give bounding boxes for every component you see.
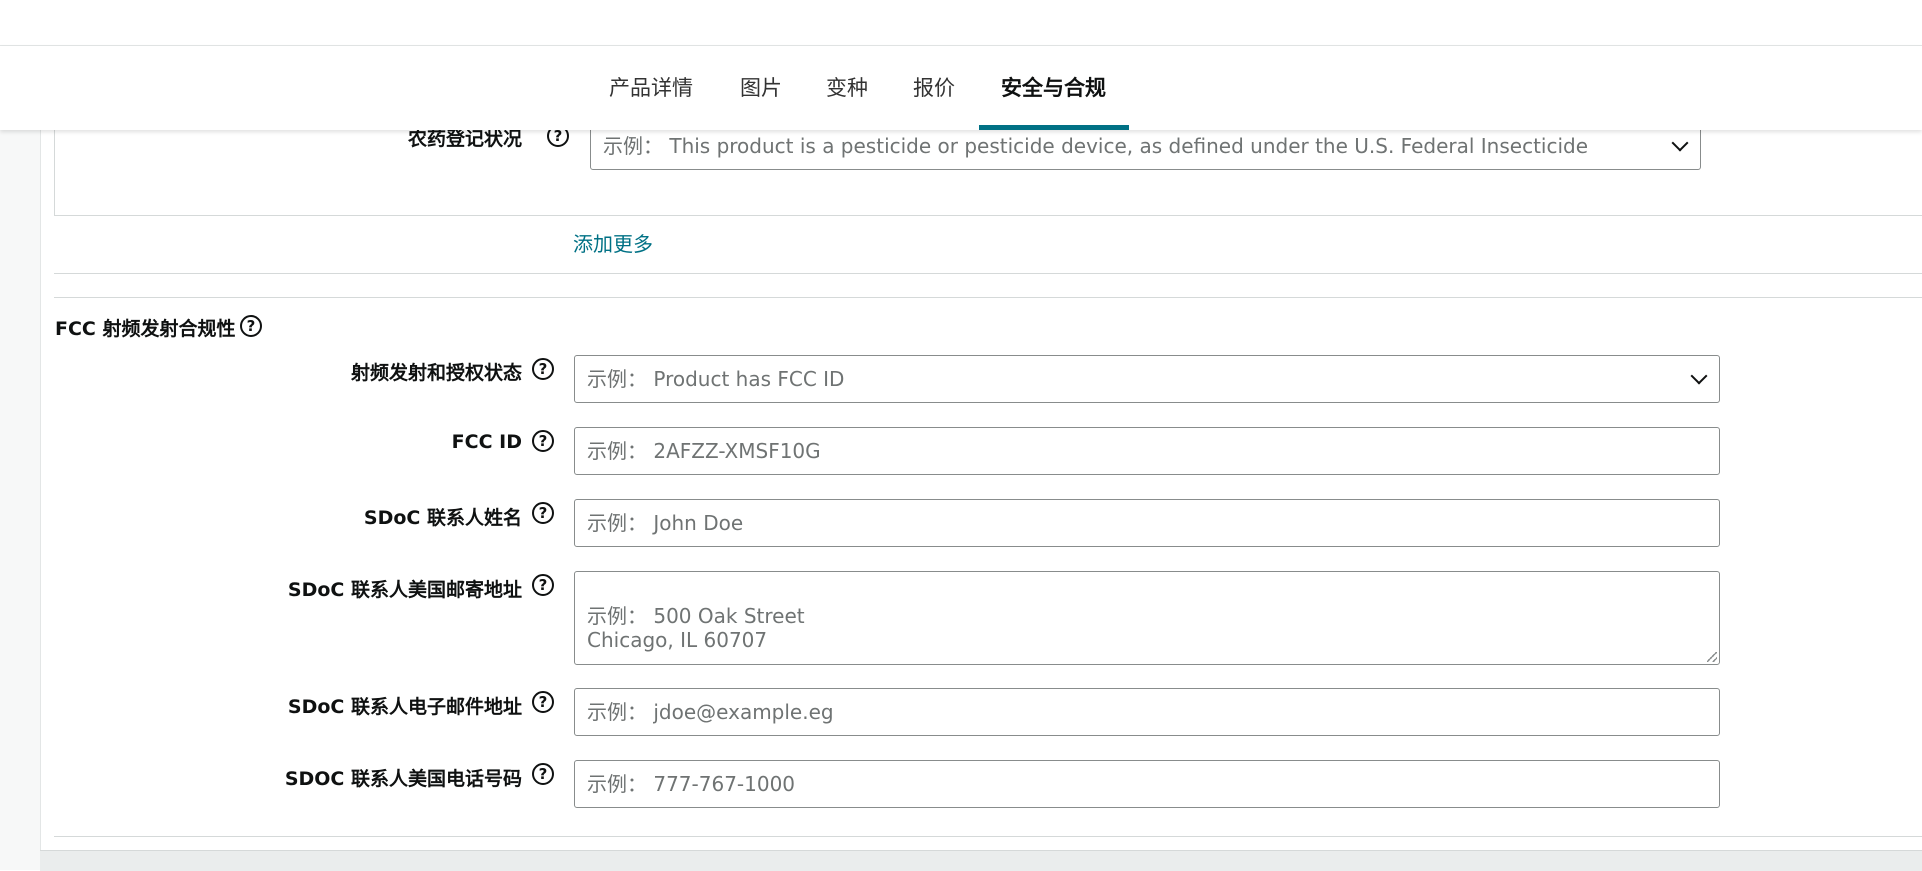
bottom-bar xyxy=(40,850,1922,871)
fcc-id-help-icon[interactable]: ? xyxy=(532,430,554,452)
fcc-id-label: FCC ID xyxy=(451,431,522,453)
sdoc-address-help-icon[interactable]: ? xyxy=(532,574,554,596)
sdoc-phone-label: SDOC 联系人美国电话号码 xyxy=(284,768,522,790)
sdoc-address-textarea[interactable]: 示例： 500 Oak Street Chicago, IL 60707 xyxy=(574,571,1720,665)
sdoc-address-label: SDoC 联系人美国邮寄地址 xyxy=(287,579,522,601)
tab-offer[interactable]: 报价 xyxy=(913,46,955,130)
tab-bar: 产品详情 图片 变种 报价 安全与合规 xyxy=(0,46,1922,130)
sdoc-phone-placeholder: 示例： 777-767-1000 xyxy=(587,772,796,796)
sdoc-name-placeholder: 示例： John Doe xyxy=(587,511,744,535)
top-header-strip xyxy=(0,0,1922,46)
fcc-section-title: FCC 射频发射合规性 xyxy=(55,318,236,340)
resize-handle-icon[interactable] xyxy=(1707,652,1717,662)
chevron-down-icon xyxy=(1671,134,1689,152)
sdoc-email-input[interactable]: 示例： jdoe@example.eg xyxy=(574,688,1720,736)
pesticide-status-placeholder: 示例： This product is a pesticide or pesti… xyxy=(603,134,1589,158)
fcc-section-help-icon[interactable]: ? xyxy=(240,315,262,337)
sdoc-name-help-icon[interactable]: ? xyxy=(532,502,554,524)
sdoc-address-placeholder: 示例： 500 Oak Street Chicago, IL 60707 xyxy=(587,604,805,652)
fcc-id-placeholder: 示例： 2AFZZ-XMSF10G xyxy=(587,439,821,463)
tab-product-details[interactable]: 产品详情 xyxy=(609,46,693,130)
sdoc-name-label: SDoC 联系人姓名 xyxy=(363,507,522,529)
sdoc-phone-input[interactable]: 示例： 777-767-1000 xyxy=(574,760,1720,808)
tab-images[interactable]: 图片 xyxy=(740,46,782,130)
emission-status-placeholder: 示例： Product has FCC ID xyxy=(587,367,845,391)
fcc-id-input[interactable]: 示例： 2AFZZ-XMSF10G xyxy=(574,427,1720,475)
divider xyxy=(54,836,1922,837)
chevron-down-icon xyxy=(1690,367,1708,385)
divider xyxy=(54,297,1922,298)
sdoc-email-help-icon[interactable]: ? xyxy=(532,691,554,713)
sdoc-phone-help-icon[interactable]: ? xyxy=(532,763,554,785)
divider xyxy=(54,273,1922,274)
emission-status-select[interactable]: 示例： Product has FCC ID xyxy=(574,355,1720,403)
tab-variations[interactable]: 变种 xyxy=(826,46,868,130)
tab-safety-compliance[interactable]: 安全与合规 xyxy=(1001,46,1106,130)
left-rail xyxy=(0,130,41,870)
sdoc-email-label: SDoC 联系人电子邮件地址 xyxy=(287,696,522,718)
sdoc-email-placeholder: 示例： jdoe@example.eg xyxy=(587,700,834,724)
add-more-link[interactable]: 添加更多 xyxy=(573,228,653,257)
emission-status-help-icon[interactable]: ? xyxy=(532,358,554,380)
sdoc-name-input[interactable]: 示例： John Doe xyxy=(574,499,1720,547)
active-tab-indicator xyxy=(979,125,1129,130)
emission-status-label: 射频发射和授权状态 xyxy=(350,362,522,384)
